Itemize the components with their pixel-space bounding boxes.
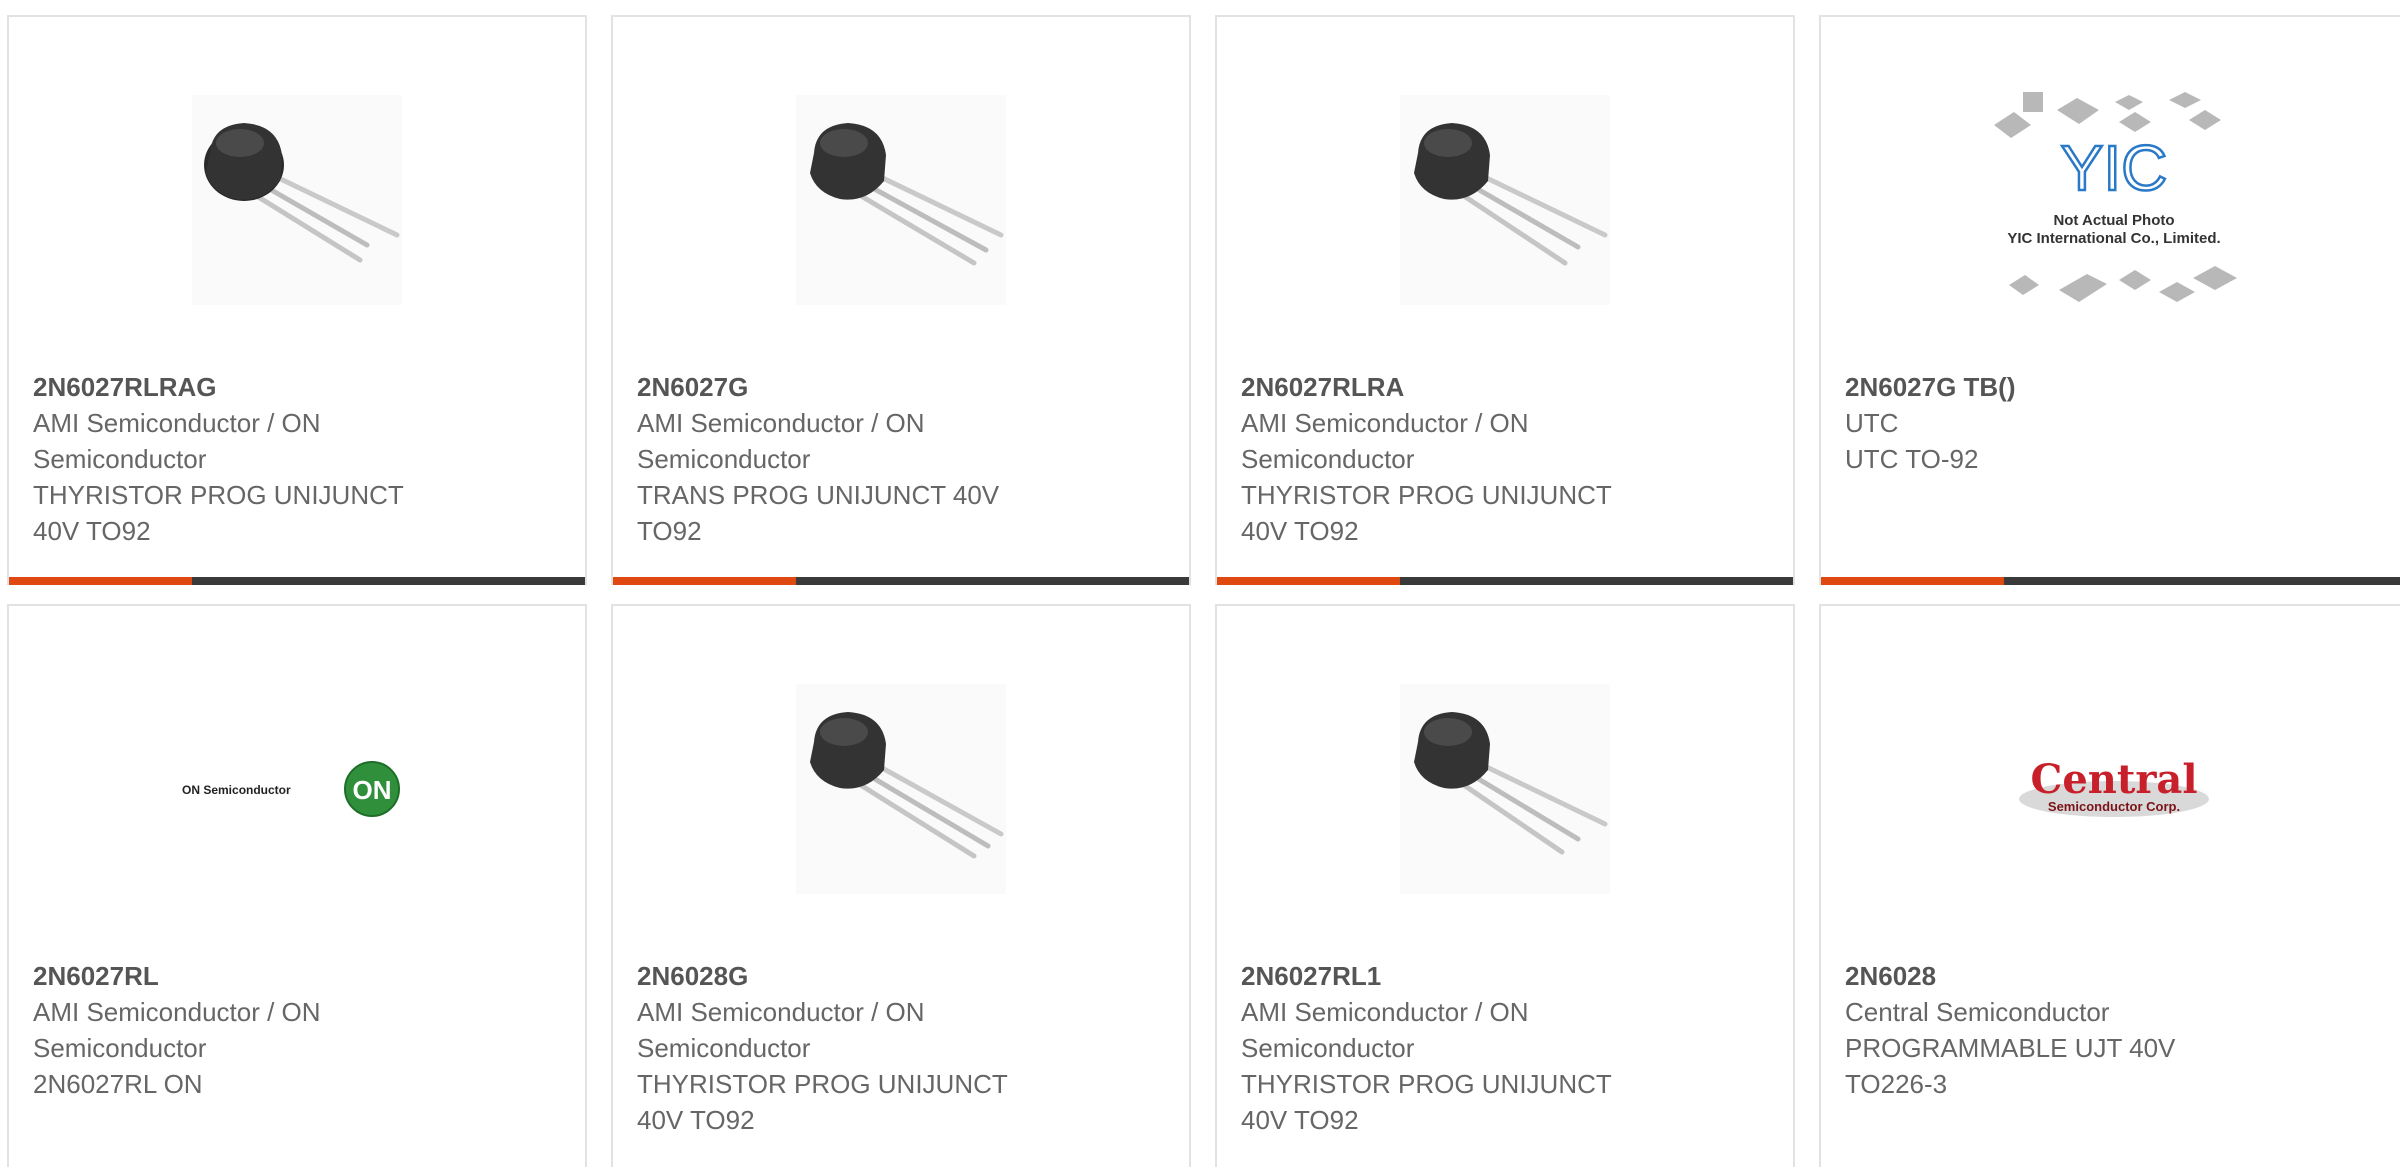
central-logo-subtext: Semiconductor Corp. — [2048, 799, 2180, 814]
description-cont: 40V TO92 — [33, 516, 151, 546]
description: UTC TO-92 — [1845, 444, 1979, 474]
product-card[interactable]: 2N6027RLRAG AMI Semiconductor / ON Semic… — [7, 15, 587, 585]
manufacturer: UTC — [1845, 408, 1899, 438]
description-cont: TO226-3 — [1845, 1069, 1948, 1099]
manufacturer-cont: Semiconductor — [33, 444, 207, 474]
part-number[interactable]: 2N6027RLRA — [1241, 369, 1769, 405]
manufacturer-cont: Semiconductor — [637, 1033, 811, 1063]
product-info: 2N6028G AMI Semiconductor / ON Semicondu… — [637, 958, 1165, 1138]
description: THYRISTOR PROG UNIJUNCT — [637, 1069, 1008, 1099]
product-info: 2N6027RLRA AMI Semiconductor / ON Semico… — [1241, 369, 1769, 549]
not-actual-photo-text: Not Actual Photo — [2053, 212, 2174, 229]
product-image: YIC Not Actual Photo YIC International C… — [1821, 37, 2400, 362]
part-number[interactable]: 2N6027G — [637, 369, 1165, 405]
description-cont: 40V TO92 — [1241, 516, 1359, 546]
manufacturer: AMI Semiconductor / ON — [637, 997, 925, 1027]
part-number[interactable]: 2N6028G — [637, 958, 1165, 994]
yic-company-text: YIC International Co., Limited. — [2007, 230, 2220, 247]
central-semiconductor-logo: Central Semiconductor Corp. — [2019, 756, 2209, 817]
product-card[interactable]: 2N6027RL1 AMI Semiconductor / ON Semicon… — [1215, 604, 1795, 1167]
product-info: 2N6027RL1 AMI Semiconductor / ON Semicon… — [1241, 958, 1769, 1138]
description: 2N6027RL ON — [33, 1069, 203, 1099]
manufacturer: AMI Semiconductor / ON — [33, 408, 321, 438]
product-card[interactable]: YIC Not Actual Photo YIC International C… — [1819, 15, 2400, 585]
product-info: 2N6028 Central Semiconductor PROGRAMMABL… — [1845, 958, 2383, 1102]
product-info: 2N6027RLRAG AMI Semiconductor / ON Semic… — [33, 369, 561, 549]
product-card[interactable]: 2N6027RLRA AMI Semiconductor / ON Semico… — [1215, 15, 1795, 585]
description-cont: TO92 — [637, 516, 702, 546]
card-footer-bar — [9, 577, 585, 585]
manufacturer: AMI Semiconductor / ON — [637, 408, 925, 438]
card-accent-bar — [613, 577, 796, 585]
card-footer-bar — [613, 577, 1189, 585]
product-image: ON Semiconductor ON — [9, 626, 585, 951]
card-accent-bar — [9, 577, 192, 585]
description-cont: 40V TO92 — [1241, 1105, 1359, 1135]
on-logo-badge: ON — [353, 775, 392, 805]
description: PROGRAMMABLE UJT 40V — [1845, 1033, 2176, 1063]
part-number[interactable]: 2N6027RLRAG — [33, 369, 561, 405]
to92-transistor-photo — [1400, 94, 1610, 305]
manufacturer: AMI Semiconductor / ON — [33, 997, 321, 1027]
part-number[interactable]: 2N6027RL — [33, 958, 561, 994]
part-number[interactable]: 2N6027RL1 — [1241, 958, 1769, 994]
product-info: 2N6027G TB() UTC UTC TO-92 — [1845, 369, 2383, 477]
description-cont: 40V TO92 — [637, 1105, 755, 1135]
manufacturer: AMI Semiconductor / ON — [1241, 997, 1529, 1027]
manufacturer-cont: Semiconductor — [33, 1033, 207, 1063]
description: THYRISTOR PROG UNIJUNCT — [1241, 480, 1612, 510]
manufacturer: Central Semiconductor — [1845, 997, 2110, 1027]
product-card[interactable]: ON Semiconductor ON 2N6027RL AMI Semicon… — [7, 604, 587, 1167]
yic-logo-text: YIC — [2061, 132, 2168, 204]
to92-transistor-photo — [796, 94, 1006, 305]
product-info: 2N6027G AMI Semiconductor / ON Semicondu… — [637, 369, 1165, 549]
product-card[interactable]: 2N6028G AMI Semiconductor / ON Semicondu… — [611, 604, 1191, 1167]
product-card[interactable]: 2N6027G AMI Semiconductor / ON Semicondu… — [611, 15, 1191, 585]
product-image — [1217, 626, 1793, 951]
product-card[interactable]: Central Semiconductor Corp. 2N6028 Centr… — [1819, 604, 2400, 1167]
product-image — [1217, 37, 1793, 362]
to92-transistor-photo — [796, 683, 1006, 894]
product-image: Central Semiconductor Corp. — [1821, 626, 2400, 951]
card-footer-bar — [1821, 577, 2400, 585]
product-grid: 2N6027RLRAG AMI Semiconductor / ON Semic… — [0, 0, 2400, 1167]
card-accent-bar — [1821, 577, 2004, 585]
manufacturer-cont: Semiconductor — [1241, 444, 1415, 474]
central-logo-text: Central — [2030, 756, 2197, 803]
part-number[interactable]: 2N6027G TB() — [1845, 369, 2383, 405]
yic-placeholder-image: YIC Not Actual Photo YIC International C… — [1994, 91, 2237, 302]
manufacturer: AMI Semiconductor / ON — [1241, 408, 1529, 438]
manufacturer-cont: Semiconductor — [637, 444, 811, 474]
to92-transistor-photo — [192, 94, 402, 305]
product-image — [9, 37, 585, 362]
card-footer-bar — [1217, 577, 1793, 585]
part-number[interactable]: 2N6028 — [1845, 958, 2383, 994]
on-semiconductor-logo: ON Semiconductor ON — [182, 760, 400, 817]
product-image — [613, 626, 1189, 951]
card-accent-bar — [1217, 577, 1400, 585]
description: THYRISTOR PROG UNIJUNCT — [33, 480, 404, 510]
product-info: 2N6027RL AMI Semiconductor / ON Semicond… — [33, 958, 561, 1102]
description: THYRISTOR PROG UNIJUNCT — [1241, 1069, 1612, 1099]
manufacturer-cont: Semiconductor — [1241, 1033, 1415, 1063]
product-image — [613, 37, 1189, 362]
to92-transistor-photo — [1400, 683, 1610, 894]
description: TRANS PROG UNIJUNCT 40V — [637, 480, 1000, 510]
on-logo-text: ON Semiconductor — [182, 783, 291, 797]
